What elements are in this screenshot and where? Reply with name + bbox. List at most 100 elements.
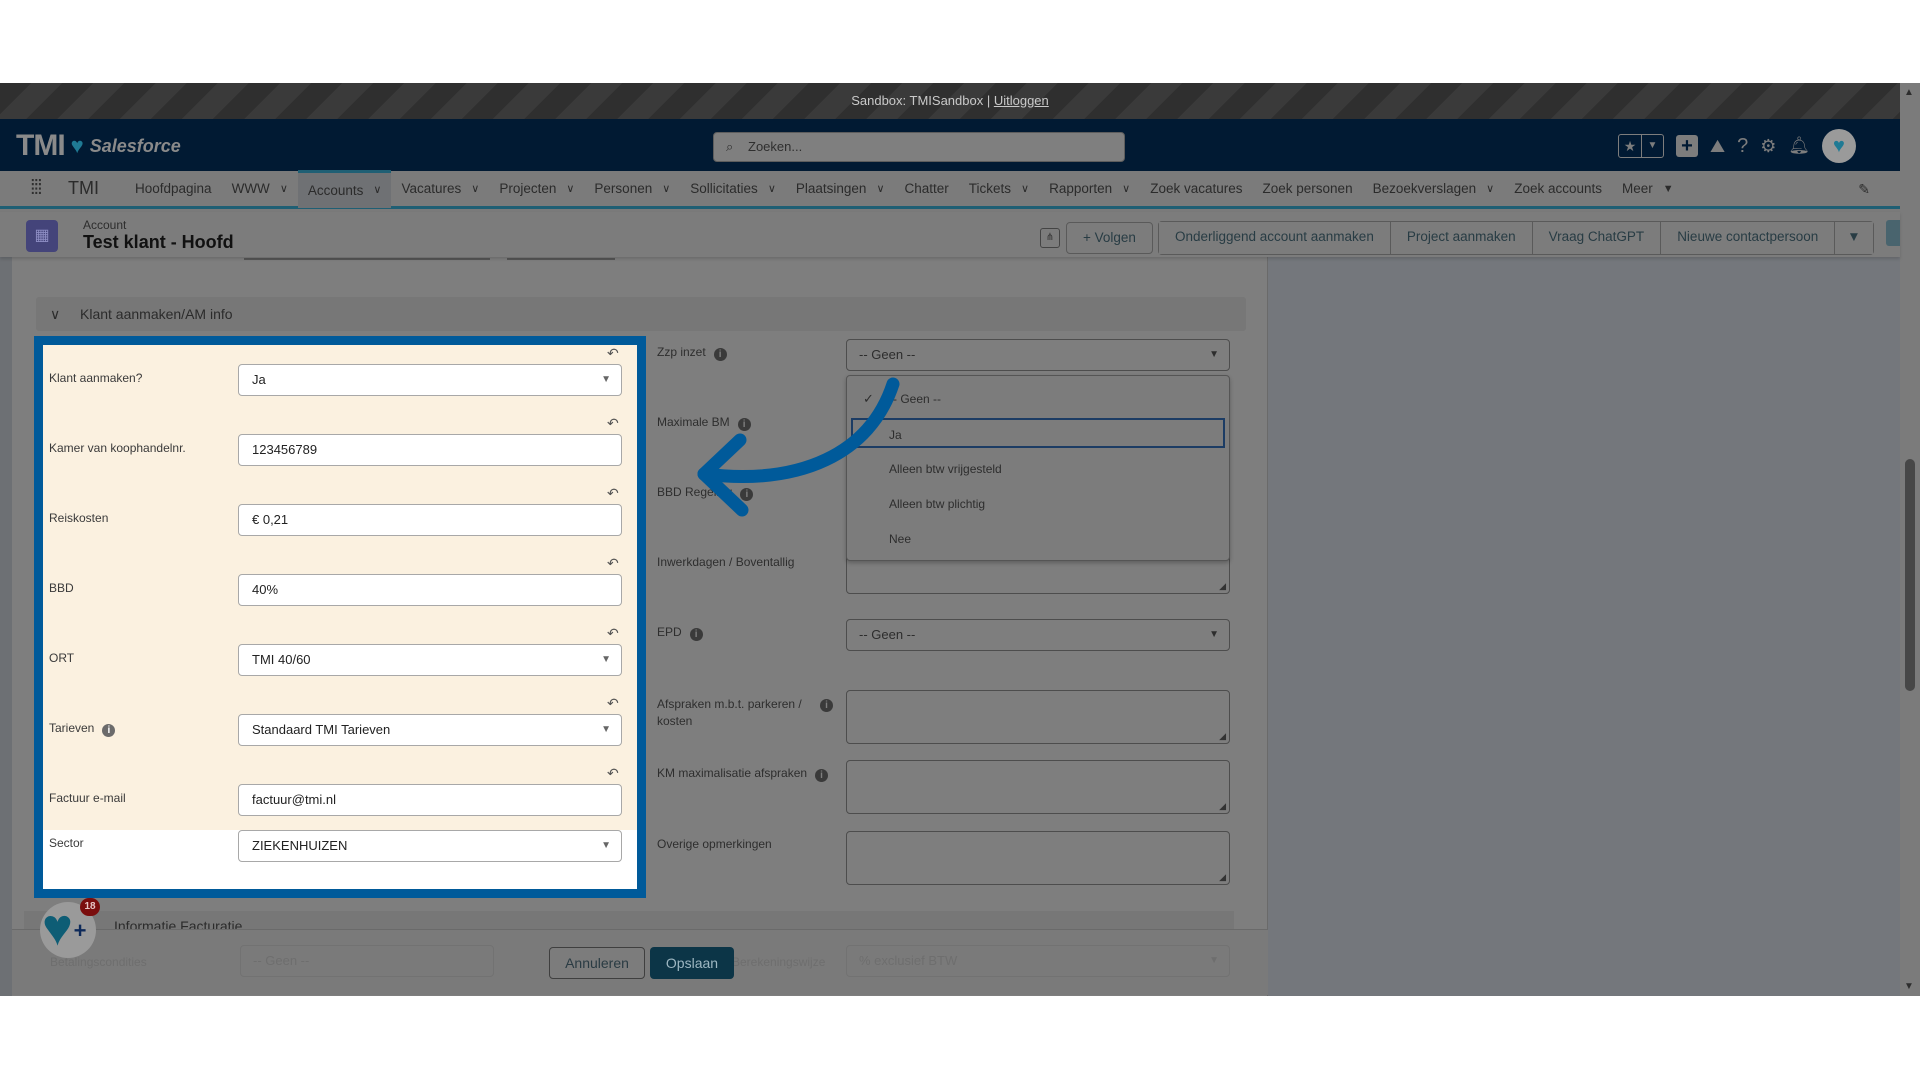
ask-chatgpt-button[interactable]: Vraag ChatGPT <box>1532 222 1662 254</box>
nav-label: Personen <box>594 180 653 196</box>
info-icon[interactable]: i <box>820 699 833 712</box>
nav-item-plaatsingen[interactable]: Plaatsingen ∨ <box>786 170 895 208</box>
app-launcher-icon[interactable]: ⁞⁞⁞ <box>30 177 54 200</box>
nav-item-sollicitaties[interactable]: Sollicitaties ∨ <box>680 170 786 208</box>
chevron-down-icon[interactable]: ∨ <box>471 170 479 208</box>
info-icon[interactable]: i <box>102 724 116 737</box>
resize-handle-icon[interactable]: ◢ <box>1219 801 1226 812</box>
more-actions-button[interactable]: ▼ <box>1835 222 1873 254</box>
avatar-icon[interactable]: ♥ <box>1821 129 1856 163</box>
nav-item-chatter[interactable]: Chatter <box>895 170 959 208</box>
create-child-account-button[interactable]: Onderliggend account aanmaken <box>1158 222 1391 254</box>
section-header-klant-aanmaken[interactable]: ∨ Klant aanmaken/AM info <box>36 297 1246 331</box>
resize-handle-icon[interactable]: ◢ <box>1219 872 1226 883</box>
nav-item-personen[interactable]: Personen ∨ <box>584 170 680 208</box>
nav-label: Zoek accounts <box>1514 180 1603 196</box>
side-panel-toggle[interactable] <box>1886 220 1900 246</box>
chevron-down-icon[interactable]: ∨ <box>876 170 884 208</box>
parkeren-textarea[interactable]: ◢ <box>846 690 1230 744</box>
nav-item-accounts[interactable]: Accounts ∨ <box>297 169 392 208</box>
resize-handle-icon[interactable]: ◢ <box>1219 581 1226 592</box>
chevron-down-icon[interactable]: ∨ <box>1021 170 1029 208</box>
nav-item-bezoekverslagen[interactable]: Bezoekverslagen ∨ <box>1363 170 1505 208</box>
nav-item-hoofdpagina[interactable]: Hoofdpagina <box>125 170 222 208</box>
undo-icon[interactable]: ↶ <box>607 345 619 362</box>
chevron-down-icon[interactable]: ∨ <box>566 170 574 208</box>
nav-item-zoek-accounts[interactable]: Zoek accounts <box>1504 170 1612 208</box>
epd-select[interactable]: -- Geen -- ▼ <box>846 619 1230 651</box>
km-textarea[interactable]: ◢ <box>846 760 1230 814</box>
scroll-up-icon[interactable]: ▲ <box>1904 87 1914 98</box>
undo-icon[interactable]: ↶ <box>607 695 619 712</box>
star-icon[interactable]: ★ <box>1619 135 1641 157</box>
scrollbar-thumb[interactable] <box>1905 459 1915 691</box>
tarieven-select[interactable]: Standaard TMI Tarieven ▼ <box>238 714 622 746</box>
undo-icon[interactable]: ↶ <box>607 485 619 502</box>
info-icon[interactable]: i <box>713 348 727 361</box>
chevron-down-icon[interactable]: ∨ <box>373 173 381 208</box>
logo-text: TMI <box>16 129 66 162</box>
select-value: TMI 40/60 <box>252 652 311 667</box>
nav-item-www[interactable]: WWW ∨ <box>222 170 298 208</box>
factuur-email-input[interactable]: factuur@tmi.nl <box>238 784 622 816</box>
caret-down-icon[interactable]: ▼ <box>1663 170 1674 208</box>
nav-item-vacatures[interactable]: Vacatures ∨ <box>391 170 489 208</box>
nav-item-zoek-personen[interactable]: Zoek personen <box>1253 170 1363 208</box>
pencil-icon[interactable]: ✎ <box>1858 181 1870 198</box>
overige-label: Overige opmerkingen <box>657 837 772 851</box>
nav-item-meer[interactable]: Meer ▼ <box>1612 170 1684 208</box>
field-label: Klant aanmaken? <box>49 371 143 385</box>
reiskosten-input[interactable]: € 0,21 <box>238 504 622 536</box>
chevron-down-icon[interactable]: ∨ <box>768 170 776 208</box>
create-project-button[interactable]: Project aanmaken <box>1390 222 1533 254</box>
page-scrollbar[interactable]: ▲ ▼ <box>1900 83 1920 996</box>
trailhead-icon[interactable]: ⛰ <box>1710 136 1725 157</box>
left-rail <box>0 257 12 996</box>
chevron-down-icon[interactable]: ▼ <box>1641 135 1663 157</box>
field-label: ORT <box>49 651 75 665</box>
nav-label: Meer <box>1622 180 1653 196</box>
sandbox-text: Sandbox: TMISandbox | <box>851 93 991 108</box>
info-icon[interactable]: i <box>815 769 829 782</box>
nav-label: Projecten <box>499 180 557 196</box>
nav-label: Accounts <box>307 182 364 198</box>
kvk-number-input[interactable]: 123456789 <box>238 434 622 466</box>
add-icon[interactable]: + <box>1676 135 1698 157</box>
ort-select[interactable]: TMI 40/60 ▼ <box>238 644 622 676</box>
chevron-down-icon[interactable]: ∨ <box>1486 170 1494 208</box>
logo: TMI ♥ Salesforce <box>16 129 181 163</box>
undo-icon[interactable]: ↶ <box>607 555 619 572</box>
favorites-group[interactable]: ★ ▼ <box>1618 134 1664 158</box>
help-icon[interactable]: ? <box>1737 135 1748 158</box>
gear-icon[interactable]: ⚙ <box>1760 136 1776 157</box>
undo-icon[interactable]: ↶ <box>607 625 619 642</box>
logout-link[interactable]: Uitloggen <box>994 93 1049 108</box>
plus-icon: + <box>1083 230 1095 245</box>
bell-icon[interactable]: 🔔︎ <box>1788 136 1810 156</box>
follow-button[interactable]: + Volgen <box>1066 222 1153 254</box>
chevron-down-icon[interactable]: ∨ <box>1122 170 1130 208</box>
account-icon: ▦ <box>26 220 58 252</box>
save-button[interactable]: Opslaan <box>650 947 734 979</box>
undo-icon[interactable]: ↶ <box>607 765 619 782</box>
nav-item-zoek-vacatures[interactable]: Zoek vacatures <box>1140 170 1252 208</box>
klant-aanmaken-select[interactable]: Ja ▼ <box>238 364 622 396</box>
nav-item-projecten[interactable]: Projecten ∨ <box>489 170 584 208</box>
nav-item-rapporten[interactable]: Rapporten ∨ <box>1039 170 1140 208</box>
scroll-down-icon[interactable]: ▼ <box>1904 981 1914 992</box>
sector-select[interactable]: ZIEKENHUIZEN ▼ <box>238 830 622 862</box>
nav-item-tickets[interactable]: Tickets ∨ <box>959 170 1039 208</box>
resize-handle-icon[interactable]: ◢ <box>1219 731 1226 742</box>
new-contact-button[interactable]: Nieuwe contactpersoon <box>1661 222 1836 254</box>
bbd-input[interactable]: 40% <box>238 574 622 606</box>
hierarchy-icon[interactable]: ⋔ <box>1040 228 1060 248</box>
global-search-input[interactable]: ⌕ Zoeken... <box>713 132 1125 162</box>
overige-textarea[interactable]: ◢ <box>846 831 1230 885</box>
undo-icon[interactable]: ↶ <box>607 415 619 432</box>
chevron-down-icon[interactable]: ∨ <box>280 170 288 208</box>
info-icon[interactable]: i <box>689 628 703 641</box>
cancel-button[interactable]: Annuleren <box>549 947 645 979</box>
chevron-down-icon[interactable]: ∨ <box>662 170 670 208</box>
highlighted-fields-box: ↶ Klant aanmaken? Ja ▼ ↶ Kamer van koopha… <box>34 336 646 898</box>
zzp-inzet-select[interactable]: -- Geen -- ▼ <box>846 339 1230 371</box>
